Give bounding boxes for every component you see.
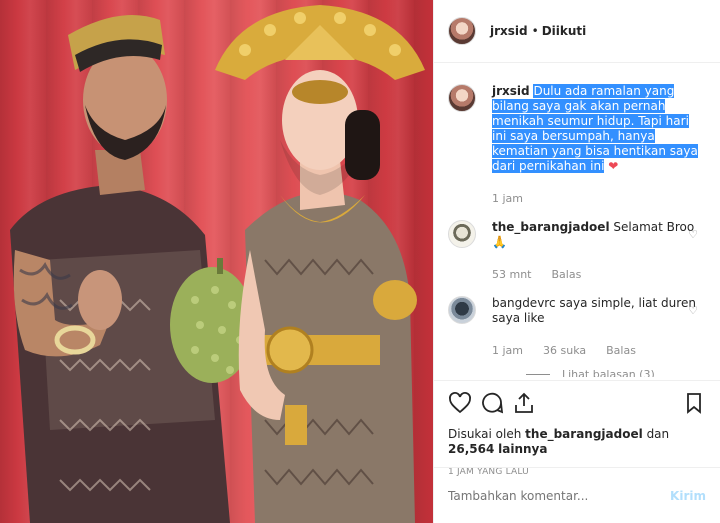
likes-suffix[interactable]: lainnya <box>498 442 547 456</box>
comment-text: Selamat Broo <box>613 220 695 234</box>
comment-like-icon[interactable]: ♡ <box>688 228 698 241</box>
likes-count[interactable]: 26,564 <box>448 442 494 456</box>
share-icon[interactable] <box>512 391 536 415</box>
commenter-avatar[interactable] <box>448 220 476 248</box>
comment-username[interactable]: bangdevrc <box>492 296 556 310</box>
add-comment-bar: Kirim <box>434 467 720 523</box>
post-comment-button[interactable]: Kirim <box>670 489 706 503</box>
caption-avatar[interactable] <box>448 84 476 112</box>
comment-body: bangdevrc saya simple, liat duren saya l… <box>492 296 706 358</box>
comment-username[interactable]: the_barangjadoel <box>492 220 610 234</box>
caption-body: jrxsid Dulu ada ramalan yang bilang saya… <box>492 84 706 206</box>
header-separator: • <box>531 24 539 38</box>
likes-summary[interactable]: Disukai oleh the_barangjadoel dan 26,564… <box>448 427 706 457</box>
comment-like-icon[interactable]: ♡ <box>688 304 698 317</box>
commenter-avatar[interactable] <box>448 296 476 324</box>
bookmark-icon[interactable] <box>682 391 706 415</box>
comment-row: the_barangjadoel Selamat Broo 🙏 53 mnt B… <box>448 220 706 282</box>
instagram-post: jrxsid • Diikuti jrxsid Dulu ada ramalan… <box>0 0 720 523</box>
view-replies-button[interactable]: Lihat balasan (3) <box>526 368 706 377</box>
comment-time[interactable]: 53 mnt <box>492 267 532 282</box>
pray-emoji: 🙏 <box>492 235 507 249</box>
comment-row: bangdevrc saya simple, liat duren saya l… <box>448 296 706 358</box>
caption-time[interactable]: 1 jam <box>492 191 523 206</box>
reply-button[interactable]: Balas <box>552 267 582 282</box>
liked-by-and: dan <box>646 427 670 441</box>
caption-meta: 1 jam <box>492 191 706 206</box>
comment-input[interactable] <box>448 488 671 503</box>
post-actions: Disukai oleh the_barangjadoel dan 26,564… <box>434 380 720 477</box>
comment-meta: 1 jam 36 suka Balas <box>492 343 706 358</box>
view-replies-label[interactable]: Lihat balasan (3) <box>562 368 655 377</box>
caption-row: jrxsid Dulu ada ramalan yang bilang saya… <box>448 84 706 206</box>
liked-by-prefix: Disukai oleh <box>448 427 522 441</box>
replies-divider <box>526 374 550 375</box>
heart-emoji: ❤ <box>608 159 619 173</box>
post-sidebar: jrxsid • Diikuti jrxsid Dulu ada ramalan… <box>433 0 720 523</box>
comments-list[interactable]: jrxsid Dulu ada ramalan yang bilang saya… <box>434 64 720 377</box>
post-header: jrxsid • Diikuti <box>434 0 720 63</box>
comment-icon[interactable] <box>480 391 504 415</box>
post-photo[interactable] <box>0 0 433 523</box>
comment-meta: 53 mnt Balas <box>492 267 706 282</box>
liked-by-user[interactable]: the_barangjadoel <box>525 427 643 441</box>
author-avatar[interactable] <box>448 17 476 45</box>
comment-body: the_barangjadoel Selamat Broo 🙏 53 mnt B… <box>492 220 706 282</box>
reply-button[interactable]: Balas <box>606 343 636 358</box>
caption-username[interactable]: jrxsid <box>492 84 530 98</box>
action-icons <box>448 391 706 415</box>
comment-time[interactable]: 1 jam <box>492 343 523 358</box>
author-username[interactable]: jrxsid <box>490 24 528 38</box>
wedding-photo-illustration <box>10 5 425 523</box>
heart-icon[interactable] <box>448 391 472 415</box>
follow-status-button[interactable]: Diikuti <box>542 24 587 38</box>
comment-likes[interactable]: 36 suka <box>543 343 586 358</box>
